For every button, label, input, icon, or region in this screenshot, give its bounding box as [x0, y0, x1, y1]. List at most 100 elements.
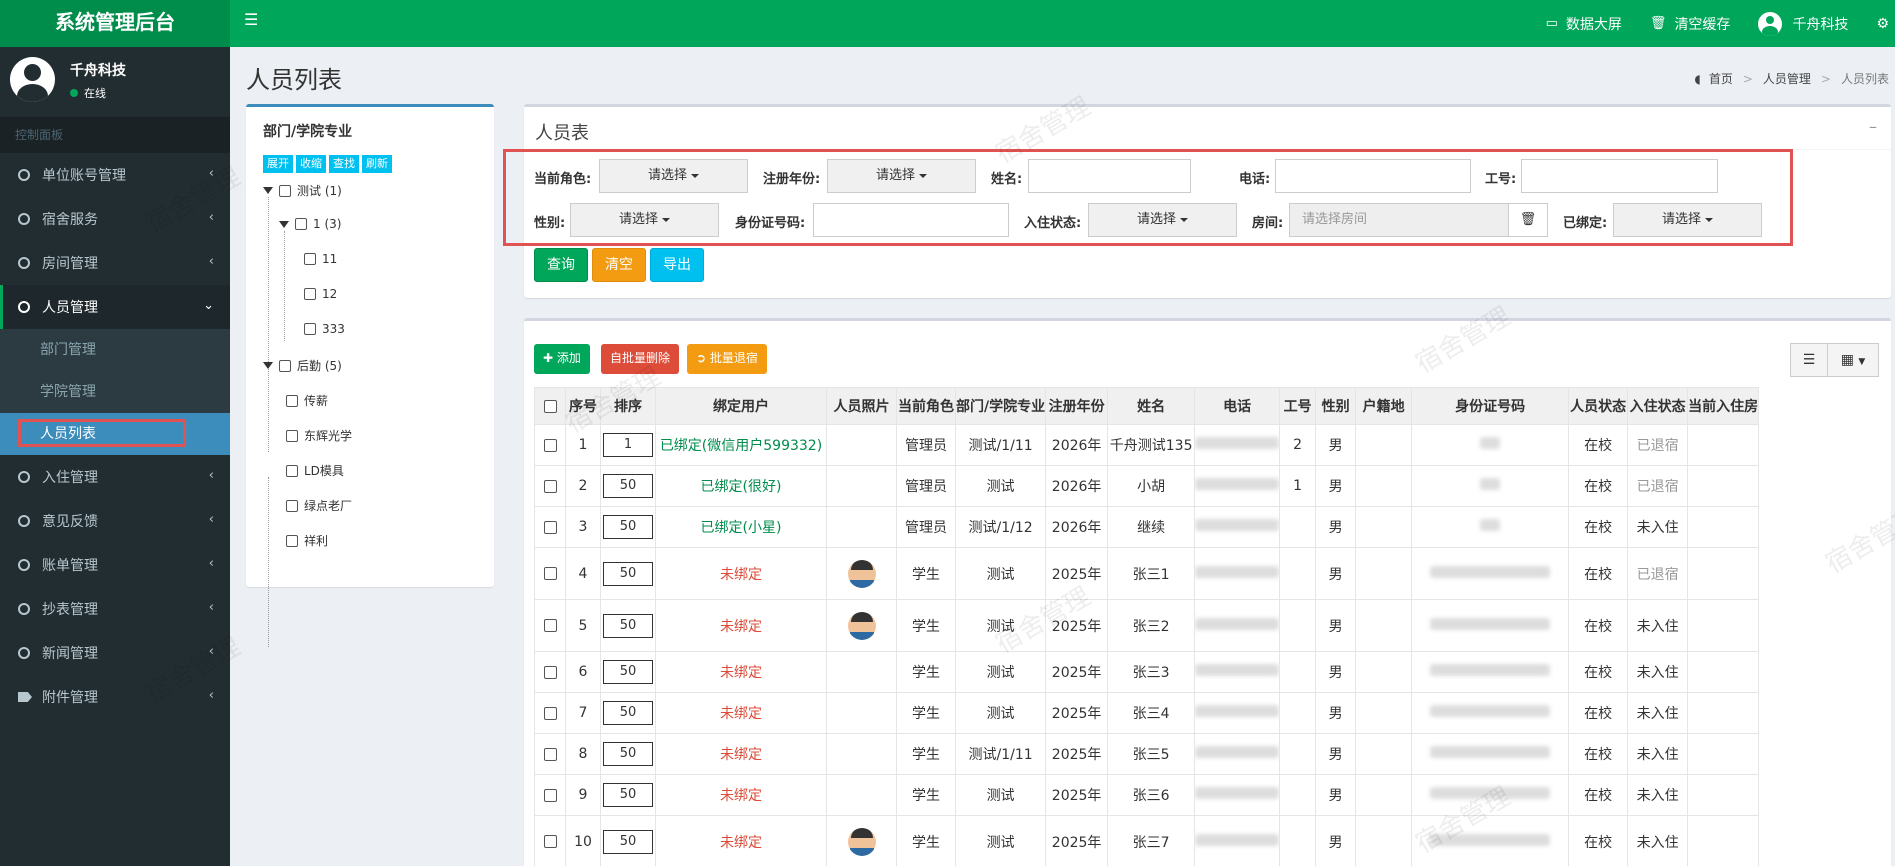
sidebar-subitem-personnel-list[interactable]: 人员列表 — [0, 413, 230, 455]
tree-node[interactable]: 11 — [304, 252, 337, 266]
room-clear-button[interactable]: 🗑 — [1508, 203, 1548, 237]
bind-cell[interactable]: 未绑定 — [655, 651, 827, 693]
name-input[interactable] — [1028, 159, 1191, 193]
bind-cell[interactable]: 已绑定(小星) — [655, 506, 827, 548]
table-row[interactable]: 6 50 未绑定 学生 测试 2025年 张三3 男 在校 未入住 — [534, 651, 1760, 693]
select-all-checkbox[interactable] — [543, 399, 557, 413]
sidebar-item-meter[interactable]: 抄表管理 ‹ — [0, 587, 230, 631]
row-checkbox[interactable] — [543, 479, 557, 493]
sort-cell[interactable]: 50 — [600, 465, 656, 507]
column-header[interactable]: 排序 — [600, 387, 656, 425]
caret-down-icon[interactable] — [263, 362, 273, 369]
app-logo[interactable]: 系统管理后台 — [0, 0, 230, 47]
export-button[interactable]: 导出 — [650, 248, 704, 282]
tree-checkbox[interactable] — [304, 288, 316, 300]
person-photo[interactable] — [847, 827, 876, 856]
column-header[interactable]: 绑定用户 — [655, 387, 827, 425]
column-header[interactable]: 户籍地 — [1355, 387, 1413, 425]
column-header[interactable]: 人员状态 — [1568, 387, 1629, 425]
tree-node[interactable]: 12 — [304, 287, 337, 301]
phone-input[interactable] — [1275, 159, 1471, 193]
sort-input[interactable]: 50 — [603, 829, 653, 854]
column-header[interactable]: 工号 — [1279, 387, 1317, 425]
bound-select[interactable]: 请选择 — [1613, 203, 1762, 237]
collapse-icon[interactable]: – — [1869, 117, 1877, 136]
table-row[interactable]: 5 50 未绑定 学生 测试 2025年 张三2 男 在校 未入住 — [534, 599, 1760, 652]
bind-cell[interactable]: 未绑定 — [655, 815, 827, 866]
table-row[interactable]: 7 50 未绑定 学生 测试 2025年 张三4 男 在校 未入住 — [534, 692, 1760, 734]
bind-status[interactable]: 已绑定(微信用户599332) — [660, 438, 822, 454]
clear-cache-link[interactable]: 🗑 清空缓存 — [1650, 14, 1731, 34]
sidebar-subitem-college[interactable]: 学院管理 — [0, 371, 230, 413]
gender-select[interactable]: 请选择 — [570, 203, 719, 237]
sidebar-item-room[interactable]: 房间管理 ‹ — [0, 241, 230, 285]
table-row[interactable]: 1 1 已绑定(微信用户599332) 管理员 测试/1/11 2026年 千舟测试135 2… — [534, 424, 1760, 466]
tree-checkbox[interactable] — [286, 429, 298, 442]
tree-refresh-button[interactable]: 刷新 — [362, 155, 392, 173]
row-checkbox[interactable] — [543, 747, 557, 761]
tree-node[interactable]: 333 — [304, 322, 345, 336]
tree-collapse-button[interactable]: 收缩 — [296, 155, 326, 173]
tree-node[interactable]: 传薪 — [286, 392, 328, 409]
tree-node[interactable]: 东辉光学 — [286, 427, 352, 444]
tree-checkbox[interactable] — [286, 499, 298, 512]
column-header[interactable]: 序号 — [565, 387, 601, 425]
user-menu[interactable]: 千舟科技 — [1758, 11, 1848, 36]
row-checkbox[interactable] — [543, 706, 557, 720]
sort-cell[interactable]: 50 — [600, 506, 656, 548]
person-photo[interactable] — [847, 611, 876, 640]
workno-input[interactable] — [1521, 159, 1718, 193]
table-row[interactable]: 10 50 未绑定 学生 测试 2025年 张三7 男 在校 未入住 — [534, 815, 1760, 866]
sort-input[interactable]: 50 — [603, 660, 653, 684]
sidebar-item-personnel[interactable]: 人员管理 ⌄ — [0, 285, 230, 329]
sidebar-item-news[interactable]: 新闻管理 ‹ — [0, 631, 230, 675]
tree-expand-button[interactable]: 展开 — [263, 155, 293, 173]
bind-cell[interactable]: 未绑定 — [655, 774, 827, 816]
table-row[interactable]: 3 50 已绑定(小星) 管理员 测试/1/12 2026年 继续 男 在校 未入住 — [534, 506, 1760, 548]
bind-cell[interactable]: 已绑定(很好) — [655, 465, 827, 507]
sort-input[interactable]: 50 — [603, 701, 653, 725]
column-header[interactable]: 入住状态 — [1627, 387, 1689, 425]
row-checkbox[interactable] — [543, 438, 557, 452]
tree-checkbox[interactable] — [286, 534, 298, 547]
breadcrumb-personnel[interactable]: 人员管理 — [1763, 70, 1811, 87]
checkbox-cell[interactable] — [534, 506, 566, 548]
bind-cell[interactable]: 未绑定 — [655, 599, 827, 652]
tree-checkbox[interactable] — [279, 184, 291, 197]
sort-cell[interactable]: 50 — [600, 547, 656, 600]
sort-cell[interactable]: 50 — [600, 692, 656, 734]
tree-node[interactable]: LD模具 — [286, 462, 344, 479]
bind-status[interactable]: 已绑定(小星) — [701, 520, 782, 536]
table-row[interactable]: 2 50 已绑定(很好) 管理员 测试 2026年 小胡 1 男 在校 已退宿 — [534, 465, 1760, 507]
row-checkbox[interactable] — [543, 520, 557, 534]
column-header[interactable]: 人员照片 — [826, 387, 897, 425]
checkbox-cell[interactable] — [534, 774, 566, 816]
year-select[interactable]: 请选择 — [827, 159, 976, 193]
sort-input[interactable]: 50 — [603, 613, 653, 638]
column-header[interactable]: 身份证号码 — [1411, 387, 1570, 425]
caret-down-icon[interactable] — [263, 187, 273, 194]
checkbox-cell[interactable] — [534, 599, 566, 652]
batch-delete-button[interactable]: 自批量删除 — [601, 344, 680, 374]
row-checkbox[interactable] — [543, 619, 557, 632]
sort-cell[interactable]: 50 — [600, 651, 656, 693]
tree-node[interactable]: 测试 (1) — [263, 182, 342, 199]
room-input[interactable]: 请选择房间 — [1289, 203, 1509, 237]
table-row[interactable]: 8 50 未绑定 学生 测试/1/11 2025年 张三5 男 在校 未入住 — [534, 733, 1760, 775]
sort-cell[interactable]: 1 — [600, 424, 656, 466]
tree-checkbox[interactable] — [286, 464, 298, 477]
idcard-input[interactable] — [813, 203, 1009, 237]
sidebar-subitem-dept[interactable]: 部门管理 — [0, 329, 230, 371]
sidebar-item-attachment[interactable]: 附件管理 ‹ — [0, 675, 230, 719]
sort-input[interactable]: 1 — [603, 433, 653, 457]
bind-status[interactable]: 未绑定 — [720, 665, 762, 681]
bind-status[interactable]: 未绑定 — [720, 619, 762, 635]
checkbox-cell[interactable] — [534, 547, 566, 600]
checkbox-cell[interactable] — [534, 815, 566, 866]
tree-checkbox[interactable] — [304, 323, 316, 335]
tree-find-button[interactable]: 查找 — [329, 155, 359, 173]
person-photo[interactable] — [847, 559, 876, 588]
sort-cell[interactable]: 50 — [600, 599, 656, 652]
row-checkbox[interactable] — [543, 665, 557, 679]
select-all-cell[interactable] — [534, 387, 566, 425]
